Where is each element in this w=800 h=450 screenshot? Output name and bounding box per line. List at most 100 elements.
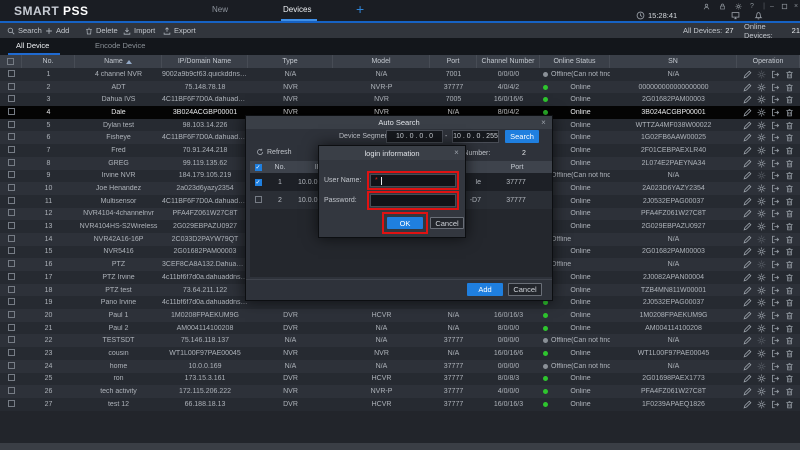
- row-checkbox[interactable]: [0, 400, 22, 409]
- delete-icon[interactable]: [785, 400, 794, 409]
- row-checkbox[interactable]: [0, 159, 22, 168]
- device-row[interactable]: 27test 1266.188.18.13DVRHCVR3777716/0/16…: [0, 398, 800, 411]
- row-checkbox[interactable]: [0, 298, 22, 307]
- config-gear-icon[interactable]: [757, 324, 766, 333]
- delete-icon[interactable]: [785, 171, 794, 180]
- logout-icon[interactable]: [771, 108, 780, 117]
- config-gear-icon[interactable]: [757, 95, 766, 104]
- device-row[interactable]: 22TESTSDT75.146.118.137N/AN/A377770/0/0/…: [0, 334, 800, 347]
- user-icon[interactable]: [702, 3, 710, 11]
- row-checkbox[interactable]: [0, 121, 22, 130]
- logout-icon[interactable]: [771, 324, 780, 333]
- delete-icon[interactable]: [785, 336, 794, 345]
- device-row[interactable]: 25ron173.15.3.161DVRHCVR377778/0/8/3Onli…: [0, 373, 800, 386]
- row-checkbox[interactable]: [0, 146, 22, 155]
- config-gear-icon[interactable]: [757, 184, 766, 193]
- segment-end-input[interactable]: 10 . 0 . 0 . 255: [452, 130, 499, 143]
- config-gear-icon[interactable]: [757, 159, 766, 168]
- column-header[interactable]: Operation: [737, 55, 800, 68]
- delete-icon[interactable]: [785, 311, 794, 320]
- config-gear-icon[interactable]: [757, 222, 766, 231]
- monitor-icon[interactable]: [731, 11, 740, 20]
- logout-icon[interactable]: [771, 209, 780, 218]
- ok-button[interactable]: OK: [387, 217, 423, 229]
- delete-icon[interactable]: [785, 324, 794, 333]
- row-checkbox[interactable]: [0, 273, 22, 282]
- edit-icon[interactable]: [743, 247, 752, 256]
- new-tab-button[interactable]: +: [356, 1, 364, 17]
- refresh-button[interactable]: Refresh: [256, 148, 292, 156]
- lock-icon[interactable]: [718, 3, 726, 11]
- logout-icon[interactable]: [771, 159, 780, 168]
- device-row[interactable]: 20Paul 11M0208FPAEKUM9GDVRHCVRN/A16/0/16…: [0, 309, 800, 322]
- login-cancel-button[interactable]: Cancel: [430, 217, 464, 229]
- logout-icon[interactable]: [771, 197, 780, 206]
- auto-search-cancel-button[interactable]: Cancel: [508, 283, 542, 296]
- config-gear-icon[interactable]: [757, 336, 766, 345]
- column-header[interactable]: Port: [430, 55, 477, 68]
- row-checkbox[interactable]: [0, 247, 22, 256]
- row-checkbox[interactable]: [0, 362, 22, 371]
- edit-icon[interactable]: [743, 95, 752, 104]
- edit-icon[interactable]: [743, 197, 752, 206]
- device-row[interactable]: 24home10.0.0.169N/AN/A377770/0/0/0Offlin…: [0, 360, 800, 373]
- delete-icon[interactable]: [785, 374, 794, 383]
- logout-icon[interactable]: [771, 133, 780, 142]
- delete-button[interactable]: Delete: [85, 23, 118, 38]
- config-gear-icon[interactable]: [757, 133, 766, 142]
- logout-icon[interactable]: [771, 171, 780, 180]
- login-close-icon[interactable]: ×: [452, 148, 461, 157]
- delete-icon[interactable]: [785, 362, 794, 371]
- delete-icon[interactable]: [785, 273, 794, 282]
- logout-icon[interactable]: [771, 362, 780, 371]
- row-checkbox[interactable]: [0, 197, 22, 206]
- export-button[interactable]: Export: [163, 23, 196, 38]
- logout-icon[interactable]: [771, 400, 780, 409]
- edit-icon[interactable]: [743, 83, 752, 92]
- config-gear-icon[interactable]: [757, 70, 766, 79]
- row-checkbox[interactable]: [0, 83, 22, 92]
- help-icon[interactable]: ?: [748, 3, 756, 11]
- search-row-checkbox[interactable]: ✓: [250, 179, 266, 186]
- logout-icon[interactable]: [771, 247, 780, 256]
- delete-icon[interactable]: [785, 95, 794, 104]
- column-header[interactable]: Name: [75, 55, 162, 68]
- edit-icon[interactable]: [743, 260, 752, 269]
- maximize-icon[interactable]: [780, 3, 788, 11]
- minimize-icon[interactable]: –: [768, 3, 776, 11]
- settings-gear-icon[interactable]: [734, 3, 742, 11]
- row-checkbox[interactable]: [0, 387, 22, 396]
- logout-icon[interactable]: [771, 121, 780, 130]
- tab-new[interactable]: New: [212, 5, 228, 14]
- column-header[interactable]: Model: [333, 55, 430, 68]
- edit-icon[interactable]: [743, 171, 752, 180]
- config-gear-icon[interactable]: [757, 235, 766, 244]
- logout-icon[interactable]: [771, 184, 780, 193]
- logout-icon[interactable]: [771, 311, 780, 320]
- delete-icon[interactable]: [785, 235, 794, 244]
- edit-icon[interactable]: [743, 387, 752, 396]
- edit-icon[interactable]: [743, 159, 752, 168]
- config-gear-icon[interactable]: [757, 349, 766, 358]
- config-gear-icon[interactable]: [757, 247, 766, 256]
- logout-icon[interactable]: [771, 83, 780, 92]
- import-button[interactable]: Import: [123, 23, 155, 38]
- select-all-checkbox[interactable]: [0, 55, 22, 68]
- edit-icon[interactable]: [743, 324, 752, 333]
- logout-icon[interactable]: [771, 95, 780, 104]
- logout-icon[interactable]: [771, 273, 780, 282]
- edit-icon[interactable]: [743, 336, 752, 345]
- logout-icon[interactable]: [771, 146, 780, 155]
- row-checkbox[interactable]: [0, 235, 22, 244]
- config-gear-icon[interactable]: [757, 387, 766, 396]
- row-checkbox[interactable]: [0, 184, 22, 193]
- segment-start-input[interactable]: 10 . 0 . 0 . 0: [386, 130, 443, 143]
- logout-icon[interactable]: [771, 387, 780, 396]
- add-device-button[interactable]: Add: [467, 283, 503, 296]
- delete-icon[interactable]: [785, 133, 794, 142]
- config-gear-icon[interactable]: [757, 121, 766, 130]
- delete-icon[interactable]: [785, 121, 794, 130]
- edit-icon[interactable]: [743, 298, 752, 307]
- segment-search-button[interactable]: Search: [505, 130, 539, 143]
- edit-icon[interactable]: [743, 108, 752, 117]
